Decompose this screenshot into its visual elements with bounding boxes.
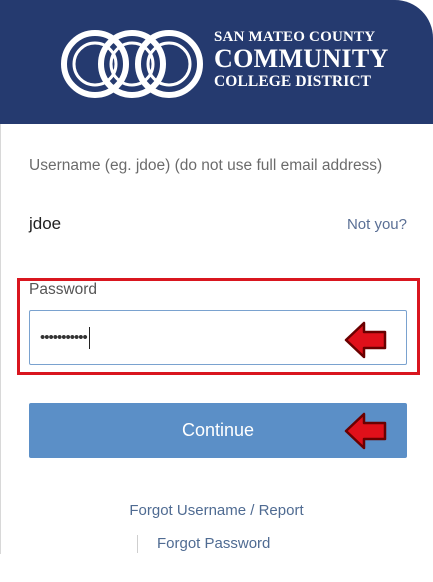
- red-arrow-icon: [344, 321, 387, 359]
- logo-line-3: COLLEGE DISTRICT: [214, 73, 372, 90]
- forgot-password-link[interactable]: Forgot Password: [157, 535, 270, 552]
- logo-line-1: SAN MATEO COUNTY: [214, 29, 376, 45]
- district-logo-text: SAN MATEO COUNTY COMMUNITY COLLEGE DISTR…: [214, 30, 389, 90]
- card-border: [0, 124, 1, 554]
- link-divider: [137, 535, 138, 553]
- interlocking-rings-logo-icon: [61, 30, 203, 98]
- text-caret: [88, 326, 90, 349]
- username-value: jdoe: [29, 214, 62, 233]
- logo-line-2: COMMUNITY: [214, 44, 389, 73]
- forgot-username-link[interactable]: Forgot Username / Report: [0, 502, 433, 519]
- login-card: SAN MATEO COUNTY COMMUNITY COLLEGE DISTR…: [0, 0, 433, 582]
- not-you-link[interactable]: Not you?: [347, 216, 407, 233]
- password-masked-value: •••••••••••: [40, 329, 88, 346]
- red-arrow-icon: [344, 412, 387, 450]
- continue-button-label: Continue: [181, 420, 255, 440]
- username-label: Username (eg. jdoe) (do not use full ema…: [29, 157, 383, 174]
- password-label: Password: [29, 281, 98, 298]
- header-banner: SAN MATEO COUNTY COMMUNITY COLLEGE DISTR…: [0, 0, 433, 124]
